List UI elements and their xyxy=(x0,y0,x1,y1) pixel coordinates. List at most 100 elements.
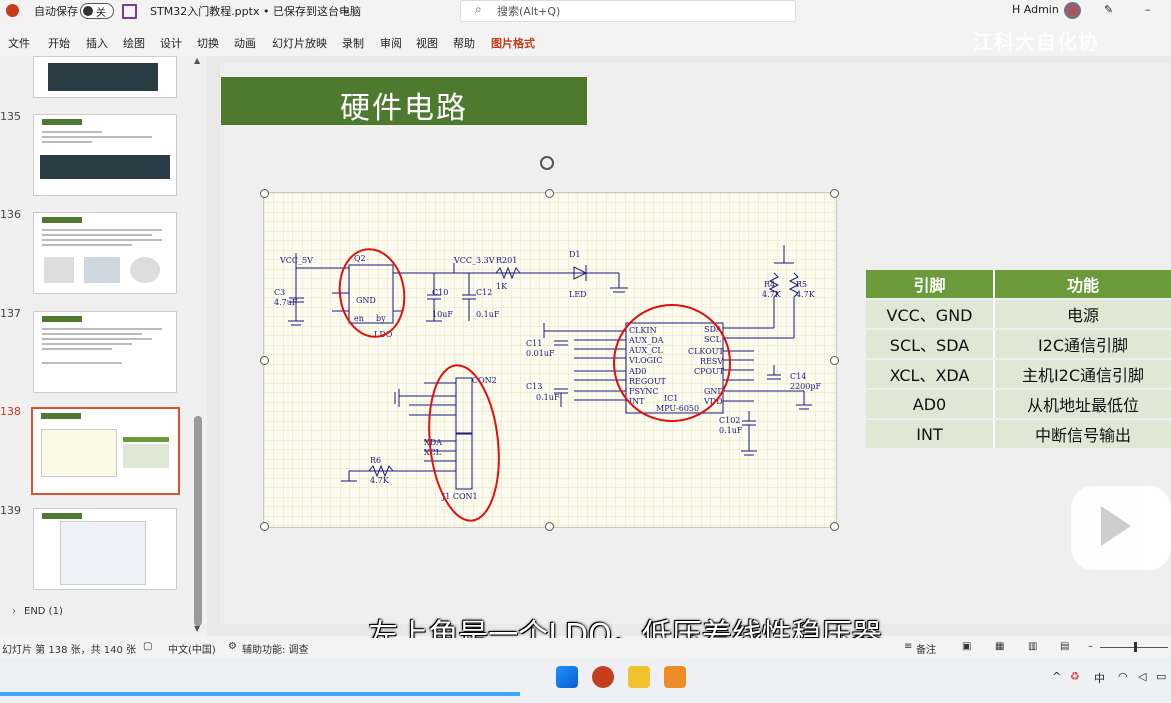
table-header-row: 引脚 功能 xyxy=(866,270,1171,298)
tab-slideshow[interactable]: 幻灯片放映 xyxy=(272,35,327,51)
tab-draw[interactable]: 绘图 xyxy=(123,35,145,51)
video-play-button[interactable] xyxy=(1071,486,1171,570)
tab-view[interactable]: 视图 xyxy=(416,35,438,51)
accessibility-icon[interactable]: ⚙ xyxy=(228,641,237,652)
section-expand-icon[interactable]: › xyxy=(12,606,16,617)
resize-handle[interactable] xyxy=(545,189,554,198)
tray-chevron-icon[interactable]: ^ xyxy=(1052,670,1061,683)
slide-thumbnail-137[interactable] xyxy=(33,311,177,393)
windows-start-icon[interactable] xyxy=(556,666,578,688)
normal-view-icon[interactable]: ▣ xyxy=(962,641,971,652)
section-end[interactable]: END (1) xyxy=(24,606,63,617)
notes-button[interactable]: 备注 xyxy=(916,641,936,656)
powerpoint-taskbar-icon[interactable] xyxy=(592,666,614,688)
resize-handle[interactable] xyxy=(545,522,554,531)
scroll-up-icon[interactable]: ▲ xyxy=(194,56,200,65)
play-icon xyxy=(1101,506,1131,546)
user-name[interactable]: H Admin xyxy=(1012,3,1059,16)
table-cell: I2C通信引脚 xyxy=(995,330,1171,358)
tab-record[interactable]: 录制 xyxy=(342,35,364,51)
resize-handle[interactable] xyxy=(830,189,839,198)
label-q2: Q2 xyxy=(354,254,366,263)
label-c102: C102 xyxy=(719,416,740,425)
rotate-handle-icon[interactable] xyxy=(540,156,554,170)
resize-handle[interactable] xyxy=(260,522,269,531)
pin-regout: REGOUT xyxy=(629,377,667,386)
minimize-button[interactable]: – xyxy=(1145,3,1151,16)
language-status[interactable]: 中文(中国) xyxy=(168,641,216,656)
chevron-down-icon[interactable]: ⌄ xyxy=(342,3,351,16)
search-placeholder: 搜索(Alt+Q) xyxy=(497,5,561,18)
label-c3-value: 4.7uF xyxy=(274,298,298,307)
label-ic1: IC1 xyxy=(664,394,678,403)
slide-sorter-icon[interactable]: ▦ xyxy=(995,641,1004,652)
label-xda: XDA xyxy=(424,438,442,447)
scroll-thumb[interactable] xyxy=(194,416,202,626)
label-c14-value: 2200pF xyxy=(790,382,821,391)
search-icon: ⌕ xyxy=(475,2,482,16)
pen-icon[interactable]: ✎ xyxy=(1104,3,1113,16)
resize-handle[interactable] xyxy=(830,356,839,365)
notes-icon[interactable]: ≡ xyxy=(904,641,912,652)
slide-number: 139 xyxy=(0,504,21,517)
pin-function-table: 引脚 功能 VCC、GND 电源 SCL、SDA I2C通信引脚 XCL、XDA… xyxy=(866,268,1171,450)
schematic-picture[interactable]: VCC_5V Q2 GND en by LDO C3 4.7uF VCC_3.3… xyxy=(263,192,837,528)
reading-view-icon[interactable]: ▥ xyxy=(1028,641,1037,652)
volume-icon[interactable]: ◁ xyxy=(1138,670,1146,683)
tray-app-icon[interactable]: ♻ xyxy=(1070,670,1080,683)
tab-help[interactable]: 帮助 xyxy=(453,35,475,51)
slide-title: 硬件电路 xyxy=(340,91,468,126)
app-taskbar-icon[interactable] xyxy=(664,666,686,688)
slideshow-icon[interactable]: ▤ xyxy=(1060,641,1069,652)
table-cell: AD0 xyxy=(866,390,995,418)
file-explorer-icon[interactable] xyxy=(628,666,650,688)
tab-animations[interactable]: 动画 xyxy=(234,35,256,51)
watermark: 江科大自化协 xyxy=(973,30,1099,54)
resize-handle[interactable] xyxy=(830,522,839,531)
slide-thumbnail-134[interactable] xyxy=(33,56,177,98)
save-icon[interactable] xyxy=(122,4,137,19)
autosave-toggle[interactable]: 关 xyxy=(80,3,114,19)
document-title[interactable]: STM32入门教程.pptx • 已保存到这台电脑 xyxy=(150,3,361,19)
label-r5-value: 4.7K xyxy=(796,290,816,299)
label-r5: R5 xyxy=(796,280,807,289)
wifi-icon[interactable]: ◠ xyxy=(1118,670,1128,683)
table-cell: INT xyxy=(866,420,995,448)
slide-thumbnail-135[interactable] xyxy=(33,114,177,196)
search-box[interactable]: ⌕ 搜索(Alt+Q) xyxy=(460,0,796,22)
tab-transitions[interactable]: 切换 xyxy=(197,35,219,51)
accessibility-status[interactable]: 辅助功能: 调查 xyxy=(242,641,309,656)
tab-file[interactable]: 文件 xyxy=(8,35,30,51)
label-c13: C13 xyxy=(526,382,542,391)
zoom-out-icon[interactable]: – xyxy=(1088,641,1093,652)
table-row: INT 中断信号输出 xyxy=(866,420,1171,448)
resize-handle[interactable] xyxy=(260,356,269,365)
label-xcl: XCL xyxy=(424,448,442,457)
title-bar: 自动保存 关 STM32入门教程.pptx • 已保存到这台电脑 ⌄ ⌕ 搜索(… xyxy=(0,0,1171,22)
status-bar: 幻灯片 第 138 张，共 140 张 ▢ 中文(中国) ⚙ 辅助功能: 调查 … xyxy=(0,638,1171,658)
table-cell: 主机I2C通信引脚 xyxy=(995,360,1171,388)
pin-clkin: CLKIN xyxy=(629,326,657,335)
zoom-slider[interactable] xyxy=(1100,642,1168,652)
pin-vlogic: VLOGIC xyxy=(628,356,662,365)
slide-number: 136 xyxy=(0,208,21,221)
pin-scl: SCL xyxy=(704,335,722,344)
resize-handle[interactable] xyxy=(260,189,269,198)
label-c14: C14 xyxy=(790,372,806,381)
battery-icon[interactable]: ▭ xyxy=(1156,670,1166,683)
tab-design[interactable]: 设计 xyxy=(160,35,182,51)
tab-picture-format[interactable]: 图片格式 xyxy=(491,35,535,51)
spellcheck-icon[interactable]: ▢ xyxy=(143,641,152,652)
slide-title-box[interactable]: 硬件电路 xyxy=(221,77,587,126)
ime-indicator[interactable]: 中 xyxy=(1094,670,1105,686)
tab-review[interactable]: 审阅 xyxy=(380,35,402,51)
thumbnail-scrollbar[interactable]: ▲ ▼ xyxy=(193,56,203,634)
slide-thumbnail-136[interactable] xyxy=(33,212,177,294)
scroll-down-icon[interactable]: ▼ xyxy=(194,624,200,633)
video-progress-bar[interactable] xyxy=(0,692,520,696)
tab-insert[interactable]: 插入 xyxy=(86,35,108,51)
tab-home[interactable]: 开始 xyxy=(48,35,70,51)
avatar[interactable] xyxy=(1064,2,1081,19)
slide-thumbnail-138-selected[interactable] xyxy=(31,407,180,495)
slide-thumbnail-139[interactable] xyxy=(33,508,177,590)
